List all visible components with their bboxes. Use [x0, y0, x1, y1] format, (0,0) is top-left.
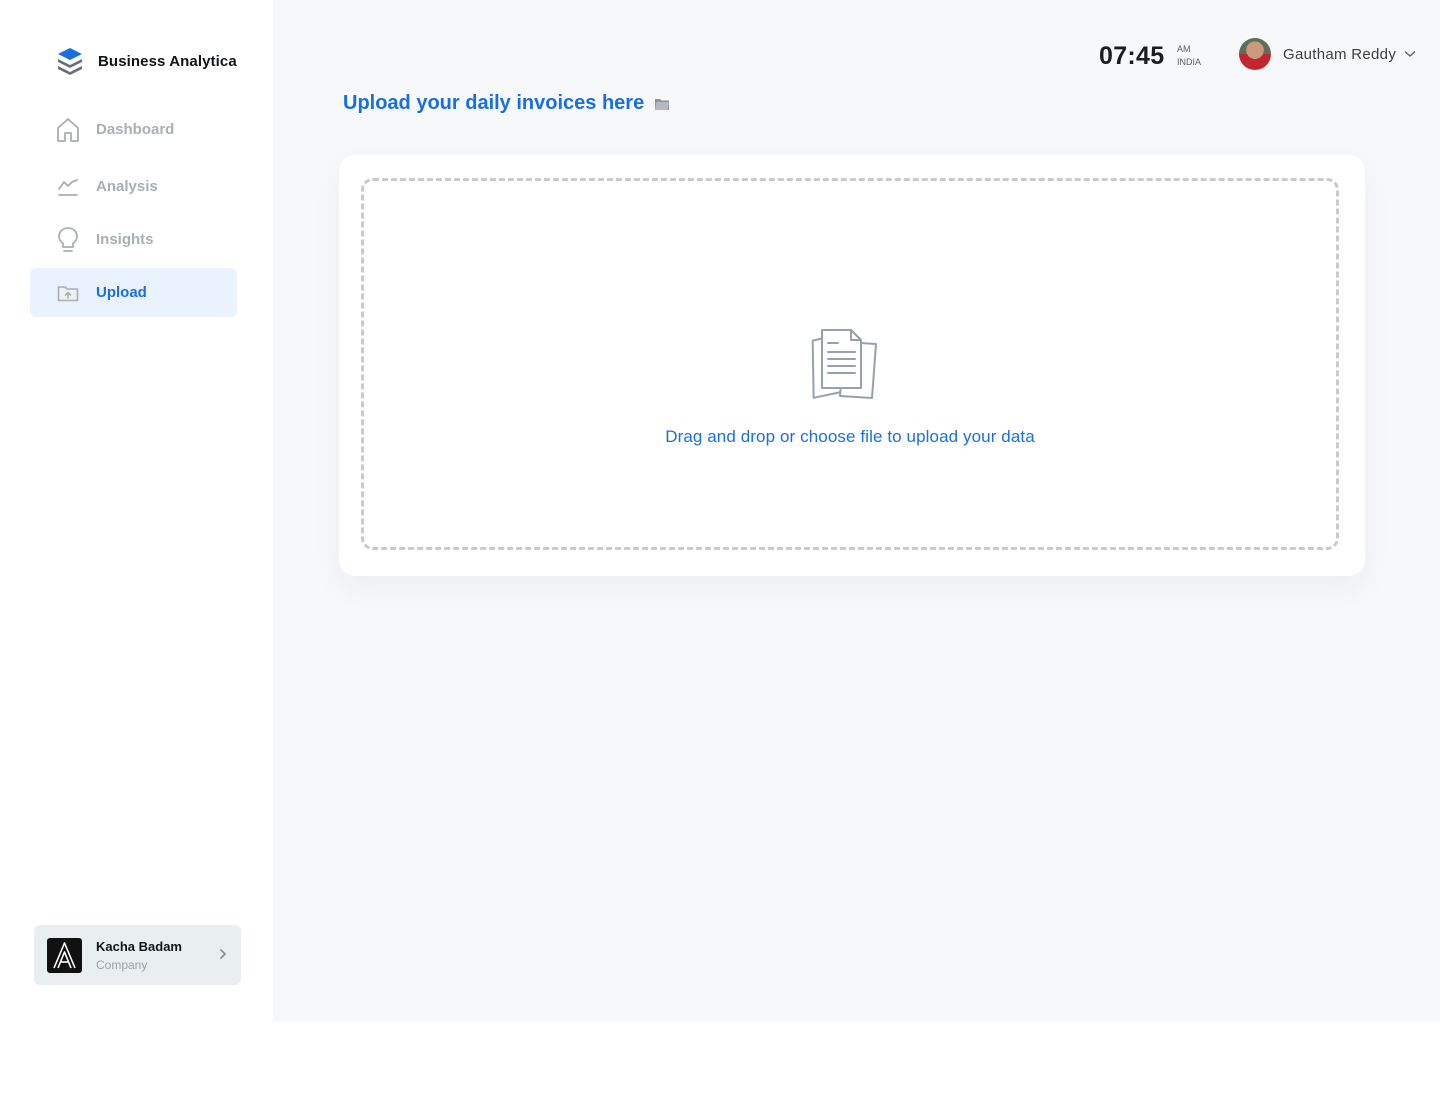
sidebar-item-label: Upload: [96, 284, 147, 301]
chevron-down-icon: [1404, 45, 1416, 63]
folder-icon: [655, 98, 670, 110]
company-switcher[interactable]: Kacha Badam Company: [34, 925, 241, 985]
layers-logo-icon: [58, 48, 82, 75]
sidebar-item-analysis[interactable]: Analysis: [30, 162, 237, 211]
topbar: 07:45 AM INDIA Gautham Reddy: [1040, 38, 1440, 74]
sidebar-item-dashboard[interactable]: Dashboard: [30, 105, 237, 154]
sidebar: Business Analytica Dashboard Analysis In…: [0, 0, 273, 1022]
sidebar-nav: Dashboard Analysis Insights Upload: [30, 105, 237, 317]
sidebar-item-label: Analysis: [96, 178, 158, 195]
user-menu[interactable]: Gautham Reddy: [1239, 38, 1416, 70]
clock-time: 07:45: [1099, 42, 1165, 70]
user-name: Gautham Reddy: [1283, 45, 1397, 63]
clock-period: AM: [1177, 44, 1191, 54]
sidebar-item-insights[interactable]: Insights: [30, 215, 237, 264]
brand[interactable]: Business Analytica: [56, 46, 237, 76]
brand-name: Business Analytica: [98, 52, 237, 70]
sidebar-item-label: Dashboard: [96, 121, 175, 138]
home-icon: [56, 117, 80, 142]
company-name: Kacha Badam: [96, 938, 182, 954]
app-root: Business Analytica Dashboard Analysis In…: [0, 0, 1440, 1112]
sidebar-item-label: Insights: [96, 231, 154, 248]
company-logo: [47, 937, 82, 973]
file-dropzone[interactable]: Drag and drop or choose file to upload y…: [361, 178, 1339, 550]
upload-card: Drag and drop or choose file to upload y…: [339, 155, 1365, 576]
documents-icon: [804, 326, 882, 407]
page-title: Upload your daily invoices here: [343, 92, 670, 115]
page-title-text: Upload your daily invoices here: [343, 92, 645, 114]
sidebar-item-upload[interactable]: Upload: [30, 268, 237, 317]
clock-meta: AM INDIA: [1177, 43, 1201, 69]
clock-region: INDIA: [1177, 57, 1202, 67]
lightbulb-icon: [56, 226, 80, 252]
avatar: [1239, 38, 1271, 70]
dropzone-text: Drag and drop or choose file to upload y…: [665, 427, 1035, 446]
company-type: Company: [96, 957, 148, 972]
chart-line-icon: [56, 175, 80, 199]
main-content: 07:45 AM INDIA Gautham Reddy Upload your…: [273, 0, 1440, 1022]
chevron-right-icon: [219, 947, 227, 966]
folder-upload-icon: [56, 281, 80, 305]
